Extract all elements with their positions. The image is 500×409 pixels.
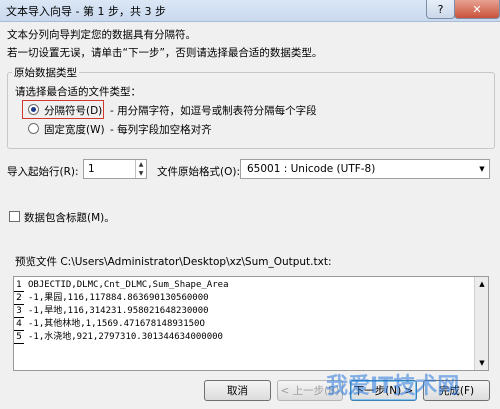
group-title: 原始数据类型 [12,65,79,80]
start-row-value[interactable]: 1 [84,160,135,178]
scroll-down-icon[interactable]: ▼ [476,357,488,369]
window-title: 文本导入向导 - 第 1 步，共 3 步 [6,5,166,18]
radio-delimited[interactable] [28,104,39,115]
preview-label: 预览文件 C:\Users\Administrator\Desktop\xz\S… [15,256,332,268]
spin-down-icon[interactable]: ▼ [136,169,146,178]
preview-row: -1,其他林地,1,1569.47167814893150O [28,319,205,329]
radio-delimited-label[interactable]: 分隔符号(D) [44,103,102,118]
row-number: 4 [14,319,24,331]
radio-delimited-desc: - 用分隔字符，如逗号或制表符分隔每个字段 [110,105,317,117]
row-number: 5 [14,332,24,344]
preview-row: OBJECTID,DLMC,Cnt_DLMC,Sum_Shape_Area [28,280,229,290]
row-number: 1 [14,280,24,292]
row-number: 3 [14,306,24,318]
file-type-prompt: 请选择最合适的文件类型： [15,86,141,98]
radio-fixed-width[interactable] [28,123,39,134]
radio-selected-dot [31,107,36,112]
origin-select[interactable]: 65001 : Unicode (UTF-8) ▼ [240,159,490,179]
spin-up-icon[interactable]: ▲ [136,160,146,169]
close-button[interactable]: ✕ [454,0,500,19]
radio-fixed-width-label[interactable]: 固定宽度(W) [44,122,105,137]
help-button[interactable]: ? [426,0,455,19]
headers-checkbox-label[interactable]: 数据包含标题(M)。 [24,210,115,225]
preview-row: -1,水浇地,921,2797310.301344634000000 [28,332,223,342]
watermark: 我爱IT技术网 [326,374,460,399]
intro-line-1: 文本分列向导判定您的数据具有分隔符。 [7,29,196,41]
preview-scrollbar[interactable]: ▲ ▼ [474,277,488,370]
headers-checkbox[interactable] [9,211,20,222]
preview-row: -1,果园,116,117884.863690130560000 [28,293,209,303]
row-number: 2 [14,293,24,305]
origin-select-value[interactable]: 65001 : Unicode (UTF-8) [241,160,475,178]
start-row-label: 导入起始行(R): [7,166,79,178]
preview-row: -1,旱地,116,314231.958021648230000 [28,306,209,316]
chevron-down-icon[interactable]: ▼ [475,160,489,178]
cancel-button[interactable]: 取消 [204,380,271,401]
start-row-spinner[interactable]: 1 ▲ ▼ [83,159,147,179]
spinner-buttons[interactable]: ▲ ▼ [135,160,146,178]
preview-pane[interactable]: 1 OBJECTID,DLMC,Cnt_DLMC,Sum_Shape_Area … [13,276,489,371]
scroll-up-icon[interactable]: ▲ [476,278,488,290]
intro-line-2: 若一切设置无误，请单击“下一步”，否则请选择最合适的数据类型。 [7,47,323,59]
close-icon: ✕ [472,2,482,16]
help-icon: ? [437,2,444,16]
origin-label: 文件原始格式(O): [157,166,240,178]
title-bar: 文本导入向导 - 第 1 步，共 3 步 ? ✕ [0,0,500,22]
radio-fixed-width-desc: - 每列字段加空格对齐 [110,124,212,136]
